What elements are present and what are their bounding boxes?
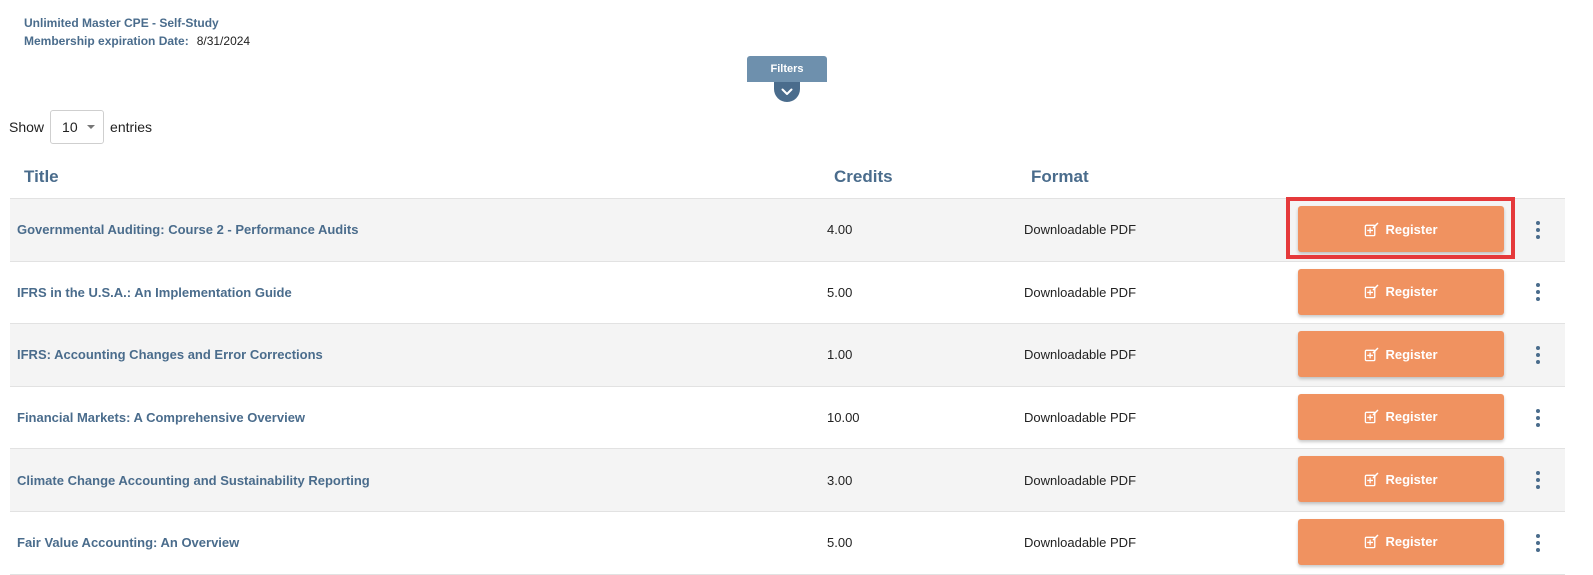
table-body: Governmental Auditing: Course 2 - Perfor… bbox=[10, 197, 1565, 575]
dot bbox=[1536, 297, 1540, 302]
expiration-date: 8/31/2024 bbox=[196, 34, 251, 48]
caret-down-icon bbox=[86, 125, 95, 129]
course-format: Downloadable PDF bbox=[1024, 410, 1137, 426]
course-format: Downloadable PDF bbox=[1024, 535, 1137, 551]
course-credits: 5.00 bbox=[827, 535, 853, 551]
dot bbox=[1536, 290, 1540, 295]
dot bbox=[1536, 471, 1540, 476]
register-button[interactable]: Register bbox=[1298, 518, 1504, 565]
course-title-link[interactable]: Financial Markets: A Comprehensive Overv… bbox=[17, 387, 305, 449]
register-label: Register bbox=[1385, 284, 1438, 300]
entries-label: entries bbox=[110, 119, 153, 135]
dot bbox=[1536, 220, 1540, 225]
dot bbox=[1536, 547, 1540, 552]
header-credits[interactable]: Credits bbox=[834, 167, 893, 187]
course-credits: 4.00 bbox=[827, 222, 853, 238]
register-edit-icon bbox=[1364, 534, 1379, 549]
membership-info: Unlimited Master CPE - Self-Study Member… bbox=[24, 14, 250, 50]
membership-expiration: Membership expiration Date: 8/31/2024 bbox=[24, 32, 250, 50]
course-format: Downloadable PDF bbox=[1024, 222, 1137, 238]
dot bbox=[1536, 422, 1540, 427]
dot bbox=[1536, 408, 1540, 413]
register-edit-icon bbox=[1364, 222, 1379, 237]
table-header: Title Credits Format bbox=[10, 158, 1565, 199]
more-vertical-icon[interactable] bbox=[1528, 449, 1548, 511]
table-row: Climate Change Accounting and Sustainabi… bbox=[10, 449, 1565, 512]
register-button[interactable]: Register bbox=[1298, 268, 1504, 315]
course-title-link[interactable]: Governmental Auditing: Course 2 - Perfor… bbox=[17, 199, 358, 261]
table-row: IFRS in the U.S.A.: An Implementation Gu… bbox=[10, 261, 1565, 325]
course-format: Downloadable PDF bbox=[1024, 347, 1137, 363]
course-format: Downloadable PDF bbox=[1024, 284, 1137, 300]
dot bbox=[1536, 283, 1540, 288]
more-vertical-icon[interactable] bbox=[1528, 324, 1548, 386]
register-button[interactable]: Register bbox=[1298, 206, 1504, 252]
register-button[interactable]: Register bbox=[1298, 331, 1504, 378]
register-label: Register bbox=[1385, 409, 1438, 425]
course-title-link[interactable]: IFRS in the U.S.A.: An Implementation Gu… bbox=[17, 262, 292, 324]
filters-toggle[interactable] bbox=[774, 82, 800, 102]
header-format[interactable]: Format bbox=[1031, 167, 1089, 187]
table-row: IFRS: Accounting Changes and Error Corre… bbox=[10, 324, 1565, 387]
dot bbox=[1536, 359, 1540, 364]
dot bbox=[1536, 352, 1540, 357]
entries-select[interactable]: 10 bbox=[50, 110, 105, 144]
show-entries: Show 10 entries bbox=[9, 109, 152, 145]
chevron-down-icon bbox=[781, 83, 793, 101]
course-credits: 3.00 bbox=[827, 472, 853, 488]
register-label: Register bbox=[1385, 534, 1438, 550]
register-edit-icon bbox=[1364, 409, 1379, 424]
register-label: Register bbox=[1385, 221, 1438, 237]
register-edit-icon bbox=[1364, 347, 1379, 362]
register-button[interactable]: Register bbox=[1298, 456, 1504, 503]
entries-value: 10 bbox=[62, 119, 78, 135]
course-credits: 1.00 bbox=[827, 347, 853, 363]
register-label: Register bbox=[1385, 346, 1438, 362]
register-edit-icon bbox=[1364, 284, 1379, 299]
course-credits: 5.00 bbox=[827, 284, 853, 300]
dot bbox=[1536, 533, 1540, 538]
table-row: Governmental Auditing: Course 2 - Perfor… bbox=[10, 197, 1565, 262]
dot bbox=[1536, 540, 1540, 545]
dot bbox=[1536, 345, 1540, 350]
more-vertical-icon[interactable] bbox=[1528, 262, 1548, 324]
expiration-label: Membership expiration Date: bbox=[24, 34, 189, 48]
register-label: Register bbox=[1385, 471, 1438, 487]
table-row: Financial Markets: A Comprehensive Overv… bbox=[10, 386, 1565, 450]
more-vertical-icon[interactable] bbox=[1528, 387, 1548, 449]
show-label: Show bbox=[9, 119, 45, 135]
filters-button[interactable]: Filters bbox=[747, 56, 827, 82]
course-title-link[interactable]: IFRS: Accounting Changes and Error Corre… bbox=[17, 324, 323, 386]
membership-name: Unlimited Master CPE - Self-Study bbox=[24, 16, 219, 30]
register-button[interactable]: Register bbox=[1298, 393, 1504, 440]
register-edit-icon bbox=[1364, 472, 1379, 487]
dot bbox=[1536, 234, 1540, 239]
course-credits: 10.00 bbox=[827, 410, 860, 426]
course-title-link[interactable]: Fair Value Accounting: An Overview bbox=[17, 512, 239, 574]
courses-table: Title Credits Format Governmental Auditi… bbox=[10, 158, 1565, 575]
dot bbox=[1536, 485, 1540, 490]
course-format: Downloadable PDF bbox=[1024, 472, 1137, 488]
header-title[interactable]: Title bbox=[24, 167, 59, 187]
dot bbox=[1536, 478, 1540, 483]
more-vertical-icon[interactable] bbox=[1528, 512, 1548, 574]
dot bbox=[1536, 415, 1540, 420]
dot bbox=[1536, 227, 1540, 232]
more-vertical-icon[interactable] bbox=[1528, 199, 1548, 261]
table-row: Fair Value Accounting: An Overview 5.00 Do… bbox=[10, 511, 1565, 575]
course-title-link[interactable]: Climate Change Accounting and Sustainabi… bbox=[17, 449, 370, 511]
